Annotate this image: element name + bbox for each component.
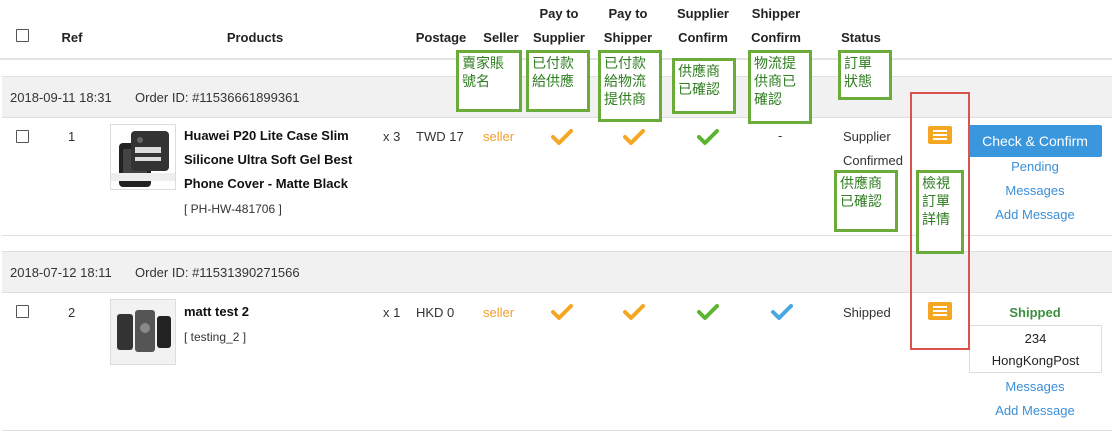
header-ref: Ref	[61, 30, 83, 45]
order-2-add-message-link[interactable]: Add Message	[968, 403, 1102, 418]
header-supplier-confirm-l1: Supplier	[676, 6, 729, 21]
header-products: Products	[226, 30, 284, 45]
annotation-line: 給物流	[604, 74, 646, 90]
annotation-line: 供商已	[754, 74, 796, 90]
checkmark-icon	[551, 304, 573, 320]
annotation-pay-supplier: 已付款 給供應	[526, 50, 590, 112]
order-date: 2018-09-11 18:31	[10, 90, 112, 105]
checkmark-icon	[697, 129, 719, 145]
order-id: Order ID: #11531390271566	[135, 265, 300, 280]
header-seller: Seller	[483, 30, 519, 45]
order-1-shipper-confirm: -	[778, 128, 783, 143]
order-2-sku: [ testing_2 ]	[184, 330, 247, 344]
header-pay-shipper-l1: Pay to	[608, 6, 648, 21]
checkmark-icon	[623, 129, 645, 145]
phone-case-image	[111, 131, 175, 187]
header-pay-supplier-l2: Supplier	[532, 30, 585, 45]
check-confirm-button[interactable]: Check & Confirm	[968, 125, 1102, 157]
annotation-line: 物流提	[754, 56, 796, 72]
annotation-line: 已付款	[604, 56, 646, 72]
order-2-messages-link[interactable]: Messages	[968, 379, 1102, 394]
order-2-qty: x 1	[383, 305, 401, 320]
annotation-status-value: 供應商 已確認	[834, 170, 898, 232]
annotation-line: 給供應	[532, 74, 574, 90]
annotation-line: 賣家賬	[462, 56, 504, 72]
order-2-checkbox[interactable]	[16, 305, 29, 318]
checkmark-icon	[697, 304, 719, 320]
checkmark-icon	[771, 304, 793, 320]
annotation-supplier-confirm: 供應商 已確認	[672, 58, 736, 114]
order-1-product-name-l1[interactable]: Huawei P20 Lite Case Slim	[184, 124, 349, 148]
order-1-ref: 1	[68, 129, 76, 144]
annotation-line: 確認	[754, 92, 782, 108]
order-date: 2018-07-12 18:11	[10, 265, 112, 280]
order-1-checkbox[interactable]	[16, 130, 29, 143]
order-1-status-l1: Supplier	[843, 129, 891, 144]
annotation-line: 號名	[462, 74, 490, 90]
order-1-sku: [ PH-HW-481706 ]	[184, 202, 282, 216]
order-2-product-image[interactable]	[110, 299, 176, 365]
order-1-postage: TWD 17	[416, 129, 464, 144]
order-1-qty: x 3	[383, 129, 401, 144]
order-id: Order ID: #11536661899361	[135, 90, 300, 105]
annotation-line: 已確認	[678, 82, 720, 98]
annotation-line: 狀態	[844, 74, 872, 90]
checkmark-icon	[623, 304, 645, 320]
order-1-status-l2: Confirmed	[843, 153, 903, 168]
shipped-label: Shipped	[1009, 305, 1061, 320]
annotation-line: 已確認	[840, 194, 882, 210]
annotation-line: 訂單	[844, 56, 872, 72]
header-pay-shipper-l2: Shipper	[603, 30, 653, 45]
highlight-box	[910, 92, 970, 350]
annotation-shipper-confirm: 物流提 供商已 確認	[748, 50, 812, 124]
header-shipper-confirm-l2: Confirm	[751, 30, 801, 45]
annotation-line: 已付款	[532, 56, 574, 72]
annotation-line: 供應商	[678, 64, 720, 80]
order-1-product-name-l2[interactable]: Silicone Ultra Soft Gel Best	[184, 148, 352, 172]
annotation-line: 供應商	[840, 176, 882, 192]
header-supplier-confirm-l2: Confirm	[678, 30, 728, 45]
annotation-seller: 賣家賬 號名	[456, 50, 522, 112]
order-1-messages-link[interactable]: Messages	[968, 183, 1102, 198]
header-pay-supplier-l1: Pay to	[539, 6, 579, 21]
annotation-status: 訂單 狀態	[838, 50, 892, 100]
header-status: Status	[841, 30, 881, 45]
annotation-pay-shipper: 已付款 給物流 提供商	[598, 50, 662, 122]
order-2-ref: 2	[68, 305, 76, 320]
order-1-product-image[interactable]	[110, 124, 176, 190]
order-2-status: Shipped	[843, 305, 891, 320]
order-2-product-name[interactable]: matt test 2	[184, 300, 249, 324]
order-1-seller[interactable]: seller	[483, 129, 514, 144]
order-1-add-message-link[interactable]: Add Message	[968, 207, 1102, 222]
checkmark-icon	[551, 129, 573, 145]
product-image	[111, 300, 175, 364]
header-postage: Postage	[415, 30, 467, 45]
order-1-pending-link[interactable]: Pending	[968, 159, 1102, 174]
tracking-number: 234	[1024, 331, 1047, 346]
tracking-info: 234 HongKongPost	[969, 325, 1102, 373]
order-2-seller[interactable]: seller	[483, 305, 514, 320]
select-all-checkbox[interactable]	[16, 29, 29, 42]
order-1-product-name-l3[interactable]: Phone Cover - Matte Black	[184, 172, 348, 196]
header-shipper-confirm-l1: Shipper	[751, 6, 801, 21]
carrier-name: HongKongPost	[991, 353, 1080, 368]
annotation-line: 提供商	[604, 92, 646, 108]
order-2-postage: HKD 0	[416, 305, 455, 320]
